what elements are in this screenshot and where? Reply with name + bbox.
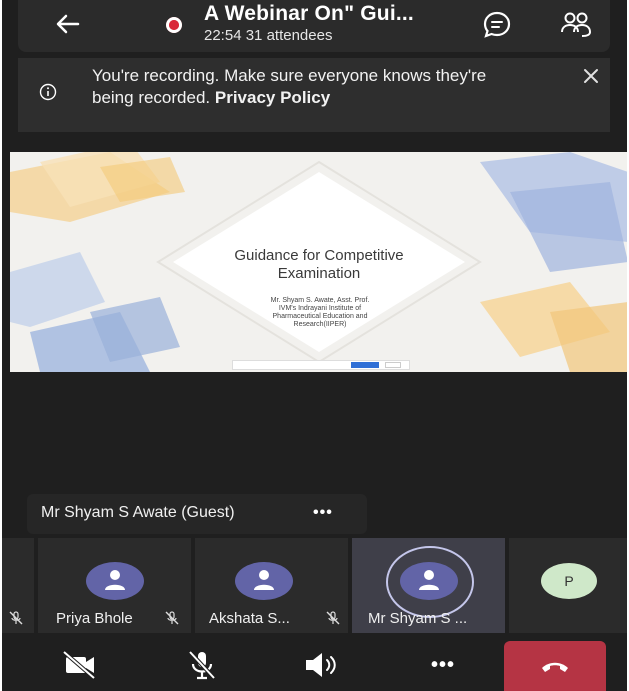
participant-tile-akshata[interactable]: Akshata S... bbox=[195, 538, 348, 633]
teams-meeting-screen: A Webinar On" Gui... 22:54 31 attendees … bbox=[2, 0, 627, 691]
slide-title: Guidance for Competitive Examination bbox=[234, 247, 404, 282]
recording-indicator-icon bbox=[166, 17, 182, 33]
person-icon bbox=[254, 570, 274, 590]
speaker-icon[interactable] bbox=[300, 648, 340, 682]
participant-tile-partial[interactable] bbox=[2, 538, 34, 633]
avatar bbox=[86, 562, 144, 600]
more-options-button[interactable]: ••• bbox=[418, 648, 468, 682]
meeting-header: A Webinar On" Gui... 22:54 31 attendees bbox=[18, 0, 610, 52]
participant-name: Akshata S... bbox=[209, 610, 290, 627]
back-arrow-icon[interactable] bbox=[52, 8, 84, 40]
slide-presenter-info: Mr. Shyam S. Awate, Asst. Prof. IVM's In… bbox=[270, 297, 370, 328]
close-icon[interactable] bbox=[582, 67, 600, 85]
person-icon bbox=[105, 570, 125, 590]
participant-tile-priya[interactable]: Priya Bhole bbox=[38, 538, 191, 633]
mic-off-icon bbox=[9, 611, 23, 625]
recording-notice-text: You're recording. Make sure everyone kno… bbox=[92, 65, 532, 109]
meeting-title[interactable]: A Webinar On" Gui... bbox=[204, 2, 414, 26]
participant-name: Priya Bhole bbox=[56, 610, 133, 627]
call-controls-bar: ••• bbox=[2, 640, 627, 691]
mic-off-icon bbox=[165, 611, 179, 625]
privacy-policy-link[interactable]: Privacy Policy bbox=[215, 88, 330, 107]
participant-name: Mr Shyam S ... bbox=[368, 610, 468, 627]
avatar bbox=[235, 562, 293, 600]
recording-notice-banner: You're recording. Make sure everyone kno… bbox=[18, 58, 610, 132]
camera-off-icon[interactable] bbox=[60, 648, 100, 682]
presenter-label: Mr Shyam S Awate (Guest) ••• bbox=[27, 494, 367, 534]
participants-icon[interactable] bbox=[558, 8, 594, 42]
hang-up-button[interactable] bbox=[504, 641, 606, 691]
shared-screen-slide[interactable]: Guidance for Competitive Examination Mr.… bbox=[10, 152, 627, 372]
elapsed-time: 22:54 bbox=[204, 27, 242, 44]
info-icon bbox=[39, 83, 57, 101]
phone-hangup-icon bbox=[542, 662, 568, 672]
avatar bbox=[400, 562, 458, 600]
hide-button bbox=[385, 362, 401, 368]
person-icon bbox=[419, 570, 439, 590]
presenter-name: Mr Shyam S Awate (Guest) bbox=[41, 504, 235, 521]
participant-tile-shyam[interactable]: Mr Shyam S ... bbox=[352, 538, 505, 633]
chat-icon[interactable] bbox=[480, 8, 514, 42]
meeting-subtitle: 22:54 31 attendees bbox=[204, 27, 332, 44]
attendee-count: 31 attendees bbox=[245, 27, 333, 44]
presenter-more-options-button[interactable]: ••• bbox=[313, 504, 333, 522]
mic-off-icon bbox=[326, 611, 340, 625]
mic-off-icon[interactable] bbox=[182, 648, 222, 682]
avatar-initial: P bbox=[541, 563, 597, 599]
participant-tile-p[interactable]: P bbox=[509, 538, 627, 633]
screen-share-notice-bar bbox=[232, 360, 410, 370]
stop-sharing-button bbox=[351, 362, 379, 368]
